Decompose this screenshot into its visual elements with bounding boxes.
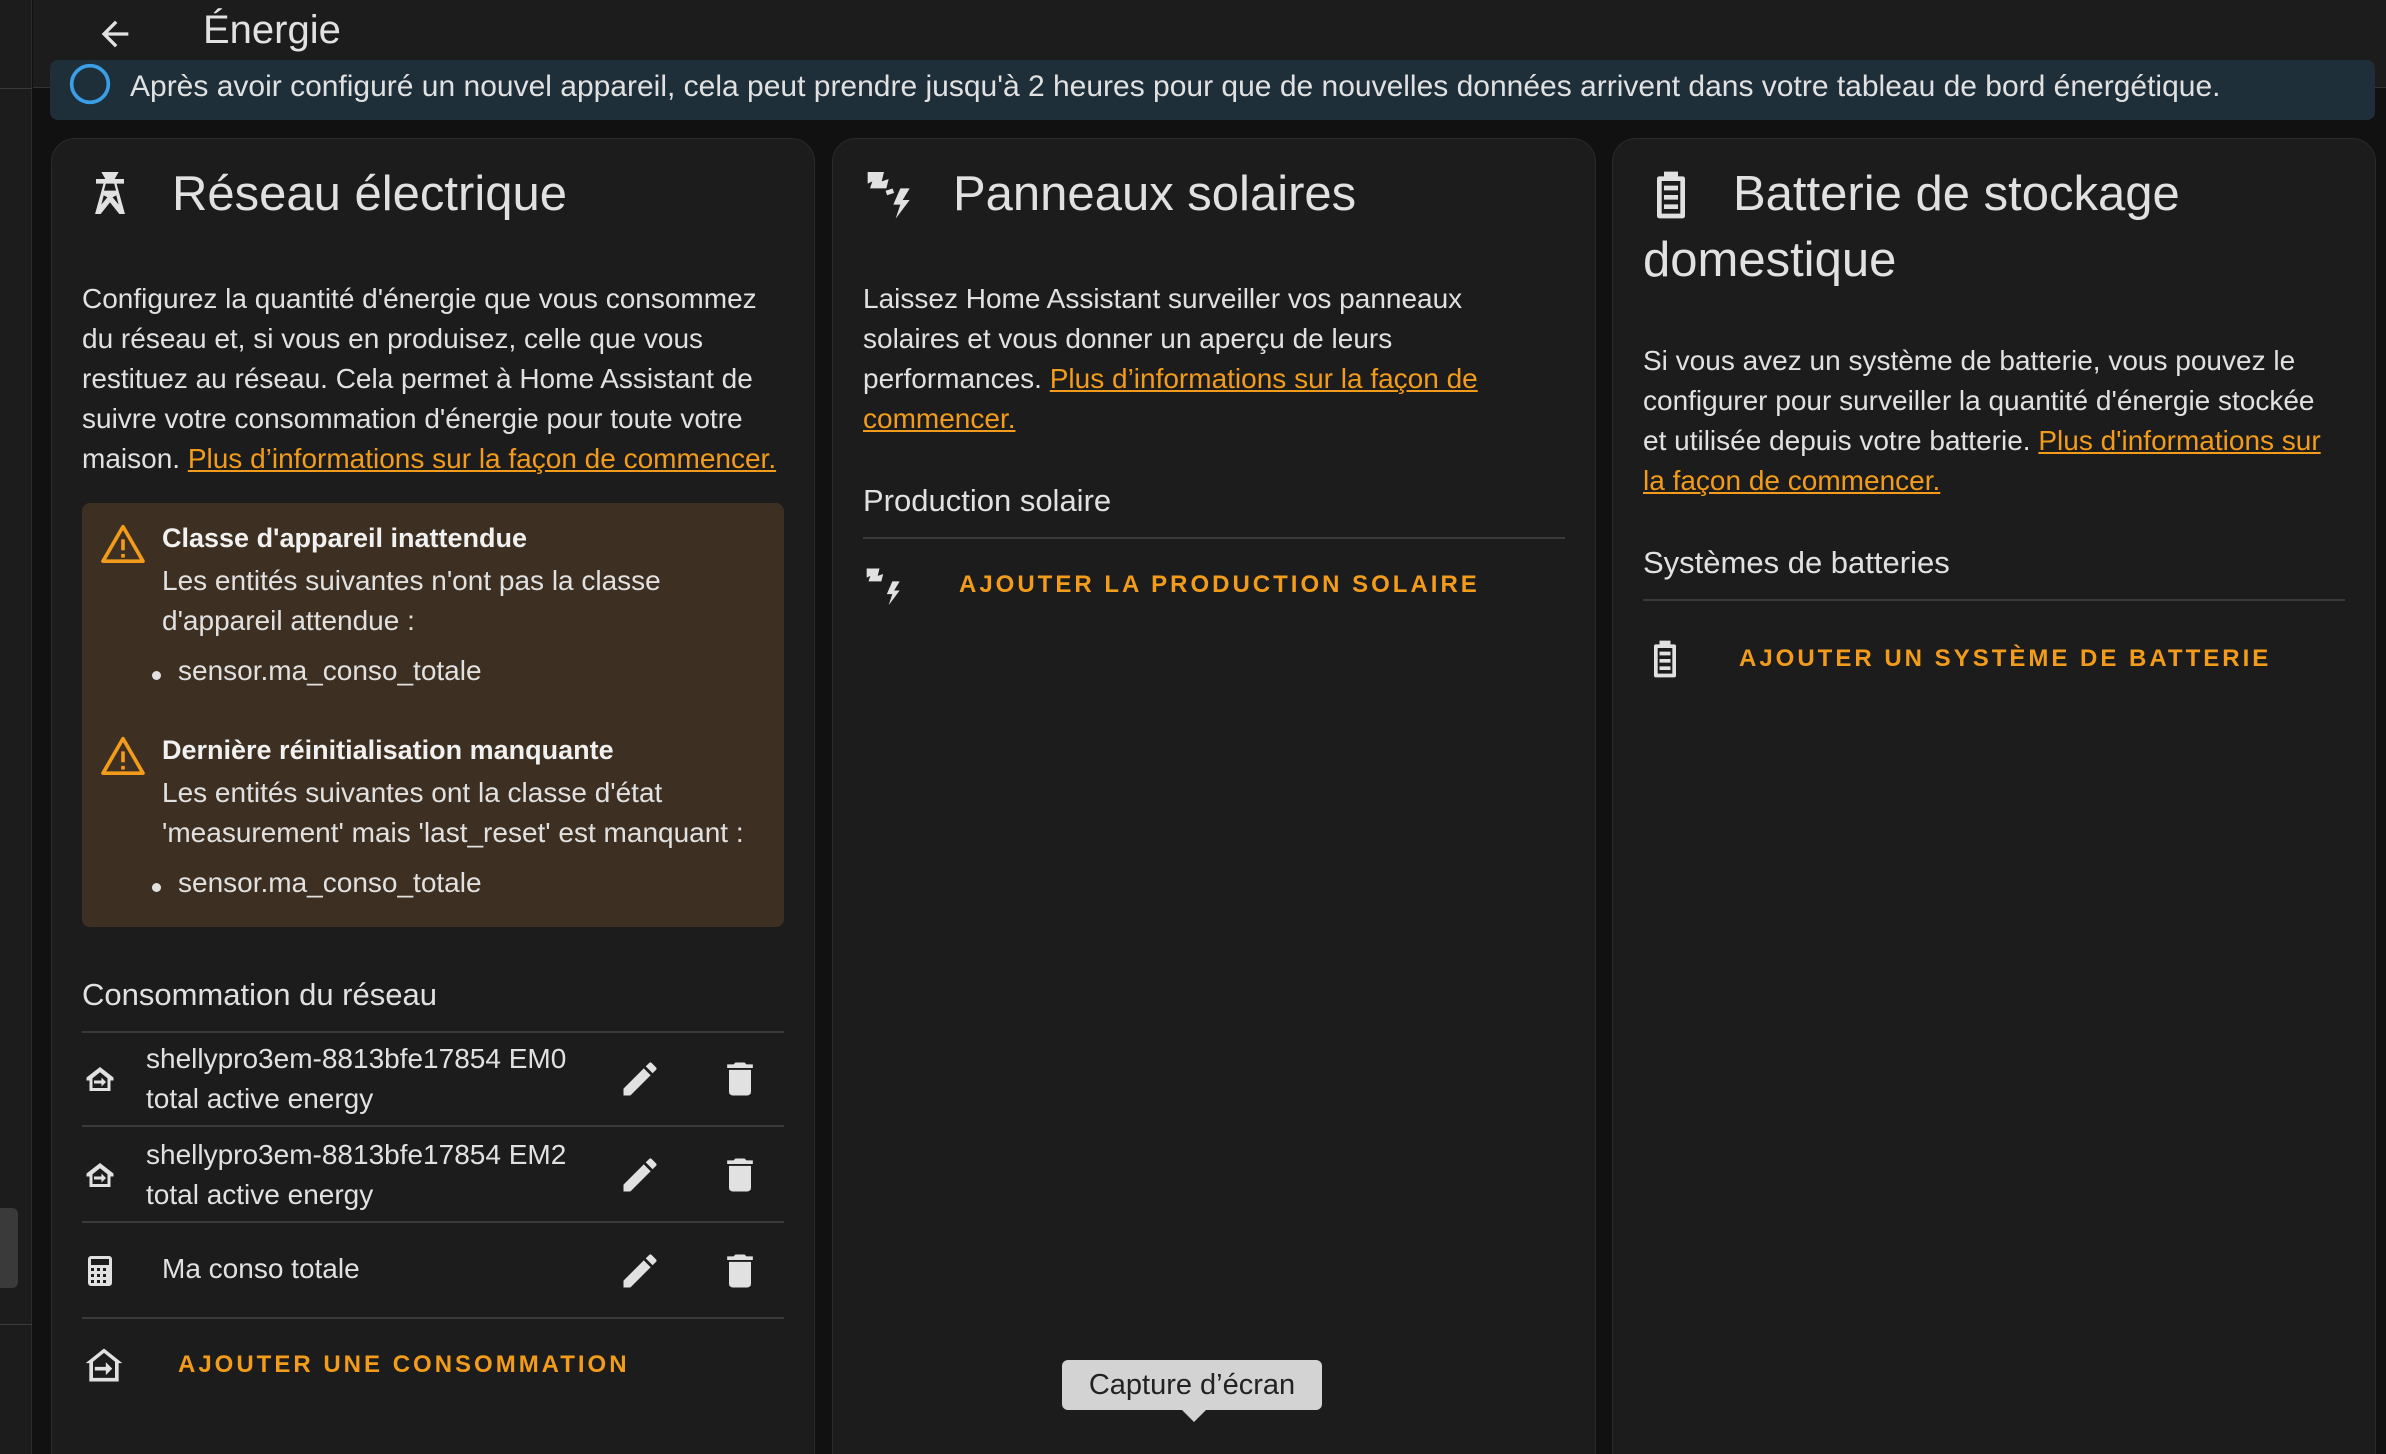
consumption-row: Ma conso totale xyxy=(82,1223,784,1319)
battery-icon xyxy=(1657,171,1685,219)
solar-description: Laissez Home Assistant surveiller vos pa… xyxy=(863,279,1565,439)
rail-divider xyxy=(0,88,32,89)
rail-divider xyxy=(0,1324,32,1325)
battery-icon xyxy=(1654,640,1676,678)
battery-card: Batterie de stockage domestique Si vous … xyxy=(1612,138,2376,1454)
trash-icon[interactable] xyxy=(718,1249,762,1293)
add-consumption-button[interactable]: AJOUTER UNE CONSOMMATION xyxy=(82,1335,630,1395)
arrow-left-icon xyxy=(101,20,129,48)
grid-card-title: Réseau électrique xyxy=(172,167,567,221)
battery-card-title: Batterie de stockage domestique xyxy=(1643,167,2180,287)
trash-icon[interactable] xyxy=(718,1153,762,1197)
solar-power-icon xyxy=(867,172,910,219)
warning-icon xyxy=(101,524,145,563)
solar-card-title: Panneaux solaires xyxy=(953,167,1357,221)
alert-title: Classe d'appareil inattendue xyxy=(162,523,528,553)
add-consumption-label: AJOUTER UNE CONSOMMATION xyxy=(178,1351,630,1378)
screenshot-tooltip: Capture d’écran xyxy=(1062,1360,1322,1422)
consumption-entity-name: shellypro3em-8813bfe17854 EM0 xyxy=(146,1043,567,1074)
consumption-row: shellypro3em-8813bfe17854 EM0 total acti… xyxy=(82,1031,784,1127)
solar-power-icon xyxy=(866,568,900,606)
consumption-entity-name: Ma conso totale xyxy=(162,1253,360,1284)
grid-consumption-title: Consommation du réseau xyxy=(82,977,784,1033)
warning-icon xyxy=(101,736,145,775)
alert-entity-item: sensor.ma_conso_totale xyxy=(152,655,482,686)
add-solar-production-button[interactable]: AJOUTER LA PRODUCTION SOLAIRE xyxy=(863,555,1480,615)
alert-missing-last-reset: Dernière réinitialisation manquante Les … xyxy=(82,715,784,927)
back-button[interactable] xyxy=(87,10,143,58)
pencil-icon[interactable] xyxy=(618,1153,662,1197)
info-banner: Après avoir configuré un nouvel appareil… xyxy=(50,60,2375,120)
alert-body: Les entités suivantes n'ont pas la class… xyxy=(162,565,661,636)
info-banner-text: Après avoir configuré un nouvel appareil… xyxy=(130,70,2221,103)
consumption-row: shellypro3em-8813bfe17854 EM2 total acti… xyxy=(82,1127,784,1223)
calculator-icon xyxy=(88,1256,112,1286)
alert-title: Dernière réinitialisation manquante xyxy=(162,735,614,765)
trash-icon[interactable] xyxy=(718,1057,762,1101)
transmission-tower-icon xyxy=(95,172,125,214)
consumption-entity-name: shellypro3em-8813bfe17854 EM2 xyxy=(146,1139,567,1170)
grid-card: Réseau électrique Configurez la quantité… xyxy=(51,138,815,1454)
battery-systems-title: Systèmes de batteries xyxy=(1643,545,2345,601)
add-battery-system-button[interactable]: AJOUTER UN SYSTÈME DE BATTERIE xyxy=(1643,629,2271,689)
alert-entity-item: sensor.ma_conso_totale xyxy=(152,867,482,898)
consumption-entity-subtitle: total active energy xyxy=(146,1083,374,1114)
pencil-icon[interactable] xyxy=(618,1249,662,1293)
pencil-icon[interactable] xyxy=(618,1057,662,1101)
home-import-icon xyxy=(85,1348,123,1382)
solar-card: Panneaux solaires Laissez Home Assistant… xyxy=(832,138,1596,1454)
home-import-icon xyxy=(86,1067,114,1091)
page-title: Énergie xyxy=(203,8,341,52)
consumption-row-label: shellypro3em-8813bfe17854 EM0 total acti… xyxy=(146,1039,576,1119)
left-rail xyxy=(0,0,32,1454)
add-battery-system-label: AJOUTER UN SYSTÈME DE BATTERIE xyxy=(1739,645,2272,672)
add-solar-production-label: AJOUTER LA PRODUCTION SOLAIRE xyxy=(959,571,1480,598)
consumption-row-label: shellypro3em-8813bfe17854 EM2 total acti… xyxy=(146,1135,576,1215)
solar-production-title: Production solaire xyxy=(863,483,1565,539)
alert-unexpected-device-class: Classe d'appareil inattendue Les entités… xyxy=(82,503,784,715)
info-icon xyxy=(69,63,111,105)
home-import-icon xyxy=(86,1163,114,1187)
battery-card-header: Batterie de stockage domestique xyxy=(1643,161,2355,293)
consumption-entity-subtitle: total active energy xyxy=(146,1179,374,1210)
grid-learn-more-link[interactable]: Plus d’informations sur la façon de comm… xyxy=(188,443,776,474)
rail-scroll-handle[interactable] xyxy=(0,1208,18,1288)
alert-body: Les entités suivantes ont la classe d'ét… xyxy=(162,777,744,848)
battery-description: Si vous avez un système de batterie, vou… xyxy=(1643,341,2345,501)
grid-description: Configurez la quantité d'énergie que vou… xyxy=(82,279,784,479)
